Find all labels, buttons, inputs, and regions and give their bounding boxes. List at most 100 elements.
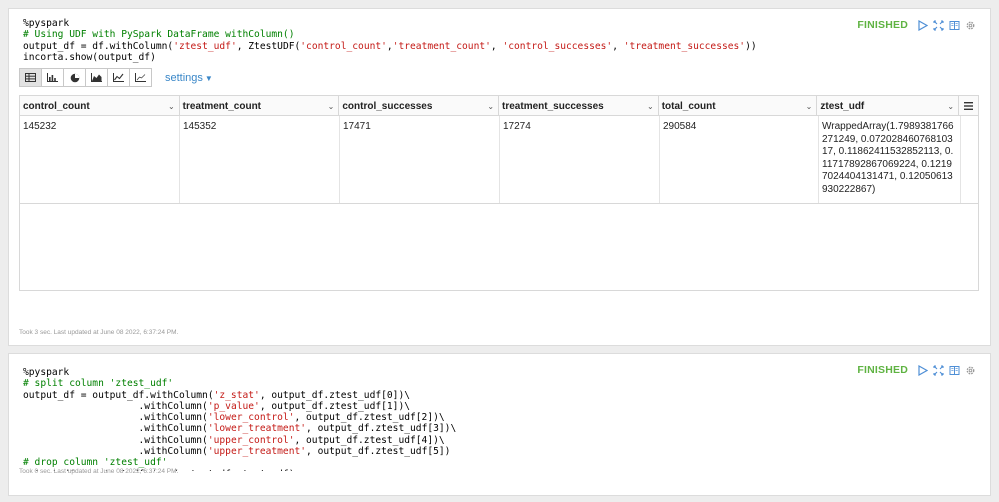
paragraph-controls: FINISHED [857,19,976,31]
code-string: 'control_count' [300,40,387,52]
scatter-chart-button[interactable] [129,68,152,87]
code-token: , output_df.ztest_udf[1])\ [259,400,411,412]
code-token: , output_df.ztest_udf[3])\ [306,423,457,435]
caret-down-icon: ▼ [204,73,213,83]
code-string: 'ztest_udf' [173,40,237,52]
code-line: # split column 'ztest_udf' [23,378,723,389]
code-editor[interactable]: %pyspark # Using UDF with PySpark DataFra… [23,18,757,63]
chevron-down-icon[interactable]: ⌄ [806,102,813,111]
code-line: # Using UDF with PySpark DataFrame withC… [23,29,757,40]
code-token: , output_df.ztest_udf[4])\ [294,434,445,446]
result-table: control_count ⌄ treatment_count ⌄ control_… [19,95,979,291]
area-chart-button[interactable] [85,68,108,87]
code-token: , ZtestUDF( [236,40,301,52]
code-string: 'lower_control' [207,412,295,424]
code-line: .withColumn('lower_control', output_df.z… [23,412,723,423]
chevron-down-icon[interactable]: ⌄ [487,102,494,111]
line-chart-icon [113,73,124,82]
code-token: .withColumn( [23,423,208,435]
column-header[interactable]: control_successes ⌄ [339,96,500,116]
code-string: 'p_value' [207,400,260,412]
status-label: FINISHED [857,364,908,376]
settings-dropdown[interactable]: settings ▼ [165,72,213,84]
code-line: incorta.show(output_df) [23,52,757,63]
column-header-label: treatment_successes [502,100,604,112]
settings-label: settings [165,71,203,84]
chevron-down-icon[interactable]: ⌄ [328,102,335,111]
book-icon[interactable] [949,365,960,376]
code-token: , [490,40,503,52]
column-header[interactable]: treatment_count ⌄ [180,96,340,116]
table-cell: 290584 [660,116,819,203]
column-header-label: control_count [23,100,90,112]
gear-icon[interactable] [965,365,976,376]
bar-chart-icon [47,73,58,82]
chevron-down-icon[interactable]: ⌄ [947,102,954,111]
code-editor[interactable]: %pyspark # split column 'ztest_udf' output… [23,367,723,471]
code-token: output_df = df.withColumn( [23,40,174,52]
code-comment: # drop column 'ztest_udf' [23,457,168,469]
table-cell: 17471 [340,116,500,203]
status-label: FINISHED [857,19,908,31]
gear-icon[interactable] [965,20,976,31]
code-line: %pyspark [23,18,757,29]
code-string: 'z_stat' [213,389,260,401]
chevron-down-icon[interactable]: ⌄ [168,102,175,111]
line-chart-button[interactable] [107,68,130,87]
code-token: )) [745,40,757,52]
code-token: , output_df.ztest_udf[5]) [306,446,451,458]
code-string: 'treatment_count' [392,40,491,52]
code-token: %pyspark [23,367,70,378]
paragraph-controls: FINISHED [857,364,976,376]
pie-chart-button[interactable] [63,68,86,87]
code-token: .withColumn( [23,434,208,446]
table-cell: WrappedArray(1.7989381766271249, 0.07202… [819,116,961,203]
code-line: # drop column 'ztest_udf' [23,457,723,468]
code-token: %pyspark [23,18,70,29]
table-row: 145232 145352 17471 17274 290584 Wrapped… [20,116,978,204]
column-header[interactable]: treatment_successes ⌄ [499,96,659,116]
table-view-button[interactable] [19,68,42,87]
code-token: .withColumn( [23,446,208,458]
column-header-label: ztest_udf [820,100,865,112]
code-string: 'treatment_successes' [623,40,746,52]
code-token: incorta.show(output_df) [23,51,156,63]
column-header[interactable]: total_count ⌄ [659,96,818,116]
paragraph-footer: Took 0 sec. Last updated at June 08 2022… [19,468,179,475]
code-line: output_df = output_df.withColumn('z_stat… [23,390,723,401]
code-token: , output_df.ztest_udf[2])\ [294,412,445,424]
expand-icon[interactable] [933,364,944,376]
code-comment: # split column 'ztest_udf' [23,378,174,390]
code-token: .withColumn( [23,412,208,424]
paragraph-1: %pyspark # Using UDF with PySpark DataFra… [8,8,991,346]
play-icon[interactable] [917,19,928,31]
code-string: 'upper_control' [207,434,295,446]
table-cell: 145352 [180,116,340,203]
column-menu-icon[interactable] [959,96,978,116]
pie-chart-icon [70,73,79,82]
table-icon [25,73,36,82]
code-string: 'upper_treatment' [207,446,307,458]
code-line: .withColumn('lower_treatment', output_df… [23,423,723,434]
column-header[interactable]: ztest_udf ⌄ [817,96,960,116]
code-string: 'lower_treatment' [207,423,307,435]
scatter-chart-icon [135,73,146,82]
column-header-label: total_count [661,100,716,112]
code-line: .withColumn('upper_treatment', output_df… [23,446,723,457]
book-icon[interactable] [949,20,960,31]
code-token: output_df = output_df.withColumn( [23,389,214,401]
column-header[interactable]: control_count ⌄ [20,96,180,116]
area-chart-icon [91,73,102,82]
table-cell: 17274 [500,116,660,203]
code-line: .withColumn('p_value', output_df.ztest_u… [23,401,723,412]
play-icon[interactable] [917,364,928,376]
code-comment: # Using UDF with PySpark DataFrame withC… [23,29,295,41]
chevron-down-icon[interactable]: ⌄ [647,102,654,111]
code-line: .withColumn('upper_control', output_df.z… [23,435,723,446]
paragraph-footer: Took 3 sec. Last updated at June 08 2022… [19,329,179,336]
code-string: 'control_successes' [502,40,613,52]
code-editor-viewport: %pyspark # split column 'ztest_udf' output… [23,367,723,471]
expand-icon[interactable] [933,19,944,31]
bar-chart-button[interactable] [41,68,64,87]
code-token: , [612,40,624,52]
